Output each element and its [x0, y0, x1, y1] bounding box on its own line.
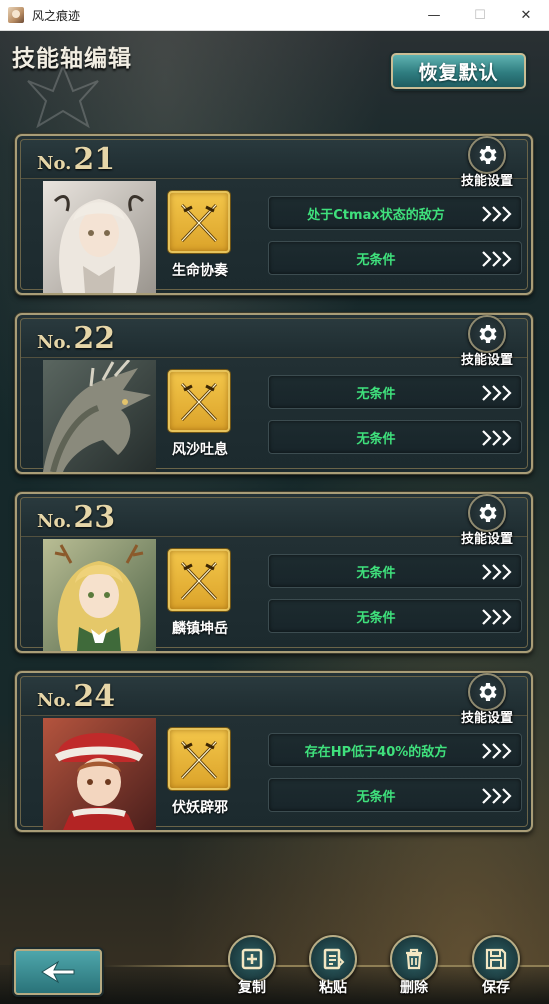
condition-text: 无条件 [356, 565, 396, 581]
character-portrait [43, 181, 156, 293]
character-portrait [43, 718, 156, 830]
condition-text: 处于Ctmax状态的敌方 [307, 207, 445, 223]
condition-text: 无条件 [356, 252, 396, 268]
crossed-swords-icon[interactable] [168, 370, 230, 432]
slot-number-value: 24 [73, 679, 116, 714]
skill-condition-1[interactable]: 无条件 [268, 375, 522, 409]
gear-icon[interactable] [468, 136, 506, 174]
window-controls: — ☐ ✕ [411, 0, 549, 31]
gear-icon[interactable] [468, 673, 506, 711]
skill-card-23: No. 23 技能设置 麟镇坤岳 无条件 无条件 [15, 492, 533, 653]
copy-label[interactable]: 复制 [238, 977, 266, 997]
gear-icon[interactable] [468, 494, 506, 532]
skill-settings-button[interactable]: 技能设置 [455, 136, 519, 189]
skill-settings-label[interactable]: 技能设置 [461, 170, 513, 189]
character-portrait [43, 360, 156, 472]
skill-condition-1[interactable]: 处于Ctmax状态的敌方 [268, 196, 522, 230]
skill-settings-label[interactable]: 技能设置 [461, 349, 513, 368]
skill-settings-label[interactable]: 技能设置 [461, 528, 513, 547]
game-screen: 技能轴编辑 恢复默认 No. 21 技能设置 生命协奏 处于Ctmax状态的敌方… [0, 31, 549, 1004]
gear-icon[interactable] [468, 315, 506, 353]
paste-icon[interactable] [309, 935, 357, 983]
copy-icon[interactable] [228, 935, 276, 983]
skill-slot-number: No. 21 [37, 142, 115, 177]
condition-text: 无条件 [356, 610, 396, 626]
condition-text: 无条件 [356, 431, 396, 447]
slot-number-prefix: No. [37, 511, 72, 532]
slot-number-prefix: No. [37, 153, 72, 174]
app-icon [8, 7, 24, 23]
skill-settings-label[interactable]: 技能设置 [461, 707, 513, 726]
skill-slot-number: No. 24 [37, 679, 115, 714]
restore-default-button[interactable]: 恢复默认 [391, 53, 526, 89]
triple-chevron-right-icon [482, 430, 512, 446]
skill-slot-number: No. 22 [37, 321, 115, 356]
skill-settings-button[interactable]: 技能设置 [455, 673, 519, 726]
delete-label[interactable]: 删除 [400, 977, 428, 997]
skill-slot-number: No. 23 [37, 500, 115, 535]
paste-label[interactable]: 粘贴 [319, 977, 347, 997]
skill-name: 生命协奏 [172, 263, 228, 279]
crossed-swords-icon[interactable] [168, 549, 230, 611]
back-arrow-icon[interactable] [38, 959, 78, 985]
delete-button[interactable]: 删除 [384, 935, 444, 1004]
triple-chevron-right-icon [482, 385, 512, 401]
window-titlebar: 风之痕迹 — ☐ ✕ [0, 0, 549, 31]
paste-button[interactable]: 粘贴 [303, 935, 363, 1004]
save-button[interactable]: 保存 [466, 935, 526, 1004]
skill-card-21: No. 21 技能设置 生命协奏 处于Ctmax状态的敌方 无条件 [15, 134, 533, 295]
skill-name: 麟镇坤岳 [172, 621, 228, 637]
page-title: 技能轴编辑 [12, 45, 132, 72]
skill-condition-1[interactable]: 存在HP低于40%的敌方 [268, 733, 522, 767]
copy-button[interactable]: 复制 [222, 935, 282, 1004]
slot-number-prefix: No. [37, 690, 72, 711]
condition-text: 无条件 [356, 789, 396, 805]
skill-condition-2[interactable]: 无条件 [268, 599, 522, 633]
slot-number-value: 22 [73, 321, 116, 356]
character-portrait [43, 539, 156, 651]
skill-condition-2[interactable]: 无条件 [268, 241, 522, 275]
slot-number-value: 23 [73, 500, 116, 535]
triple-chevron-right-icon [482, 788, 512, 804]
triple-chevron-right-icon [482, 609, 512, 625]
close-button[interactable]: ✕ [503, 0, 549, 31]
back-button[interactable] [14, 949, 102, 995]
save-label[interactable]: 保存 [482, 977, 510, 997]
skill-card-22: No. 22 技能设置 风沙吐息 无条件 无条件 [15, 313, 533, 474]
triple-chevron-right-icon [482, 743, 512, 759]
skill-condition-2[interactable]: 无条件 [268, 420, 522, 454]
triple-chevron-right-icon [482, 206, 512, 222]
skill-name: 伏妖辟邪 [172, 800, 228, 816]
slot-number-prefix: No. [37, 332, 72, 353]
window-title: 风之痕迹 [32, 8, 81, 23]
skill-settings-button[interactable]: 技能设置 [455, 494, 519, 547]
slot-number-value: 21 [73, 142, 116, 177]
trash-icon[interactable] [390, 935, 438, 983]
minimize-button[interactable]: — [411, 0, 457, 31]
skill-condition-1[interactable]: 无条件 [268, 554, 522, 588]
triple-chevron-right-icon [482, 251, 512, 267]
crossed-swords-icon[interactable] [168, 728, 230, 790]
crossed-swords-icon[interactable] [168, 191, 230, 253]
skill-name: 风沙吐息 [172, 442, 228, 458]
maximize-button[interactable]: ☐ [457, 0, 503, 31]
condition-text: 无条件 [356, 386, 396, 402]
skill-card-24: No. 24 技能设置 伏妖辟邪 存在HP低于40%的敌方 无条件 [15, 671, 533, 832]
triple-chevron-right-icon [482, 564, 512, 580]
floppy-disk-icon[interactable] [472, 935, 520, 983]
skill-condition-2[interactable]: 无条件 [268, 778, 522, 812]
skill-settings-button[interactable]: 技能设置 [455, 315, 519, 368]
condition-text: 存在HP低于40%的敌方 [304, 744, 448, 760]
